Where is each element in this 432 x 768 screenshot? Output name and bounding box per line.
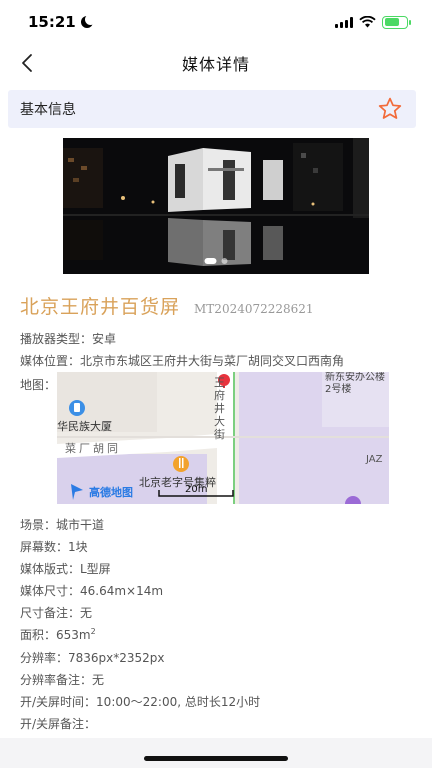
location-map[interactable]: 王府井大街 新东安办公楼2号楼 华民族大厦 菜厂胡同 北京老字号集粹 JAZ 高…	[57, 372, 389, 504]
signal-icon	[335, 16, 353, 28]
map-lane-label: 菜厂胡同	[65, 442, 121, 455]
media-name: 北京王府井百货屏	[20, 296, 181, 318]
media-title-row: 北京王府井百货屏 MT2024072228621	[20, 292, 314, 319]
map-logo: 高德地图	[89, 486, 133, 499]
resolution-note: 分辨率备注：无	[20, 673, 105, 687]
page-title: 媒体详情	[181, 55, 250, 74]
screen-count: 屏幕数：1块	[20, 540, 88, 554]
status-time: 15:21	[28, 13, 76, 31]
back-button[interactable]	[14, 50, 40, 76]
bottom-bar	[0, 738, 432, 768]
area-value: 面积：653m	[20, 628, 91, 642]
chevron-left-icon	[22, 54, 32, 72]
resolution: 分辨率：7836px*2352px	[20, 651, 165, 665]
status-icons	[335, 15, 411, 29]
carousel-dot[interactable]	[221, 258, 228, 264]
map-building-label: 新东安办公楼2号楼	[325, 372, 385, 395]
map-poi-label-1: 华民族大厦	[57, 420, 112, 433]
map-label: 地图：	[20, 378, 57, 392]
media-size: 媒体尺寸：46.64m×14m	[20, 584, 164, 598]
media-photo-carousel[interactable]	[63, 138, 369, 274]
map-shop-label: JAZ	[366, 454, 383, 465]
section-title: 基本信息	[20, 102, 76, 118]
media-photo	[63, 138, 369, 274]
status-time-group: 15:21	[28, 13, 96, 31]
wifi-icon	[359, 16, 376, 28]
basic-info-header: 基本信息	[8, 90, 416, 128]
moon-icon	[80, 14, 96, 28]
scene: 场景：城市干道	[20, 518, 105, 532]
area-unit-sup: 2	[90, 627, 96, 636]
screen-hours: 开/关屏时间：10:00～22:00, 总时长12小时	[20, 695, 261, 709]
size-note: 尺寸备注：无	[20, 606, 93, 620]
battery-icon	[382, 15, 411, 29]
home-indicator[interactable]	[144, 756, 288, 761]
media-code: MT2024072228621	[194, 302, 314, 316]
map-scale-label: 20m	[185, 484, 208, 495]
media-format: 媒体版式：L型屏	[20, 562, 111, 576]
star-icon	[378, 97, 402, 119]
map-road-label: 王府井大街	[214, 376, 225, 441]
media-location: 媒体位置：北京市东城区王府井大街与菜厂胡同交叉口西南角	[20, 354, 345, 368]
area: 面积：653m2	[20, 626, 96, 643]
favorite-button[interactable]	[376, 95, 404, 123]
carousel-dot-active[interactable]	[204, 258, 217, 264]
player-type: 播放器类型：安卓	[20, 332, 117, 346]
screen-hours-note: 开/关屏备注：	[20, 717, 97, 731]
status-bar: 15:21	[0, 0, 432, 44]
nav-bar: 媒体详情	[0, 44, 432, 82]
carousel-dots	[204, 258, 228, 264]
